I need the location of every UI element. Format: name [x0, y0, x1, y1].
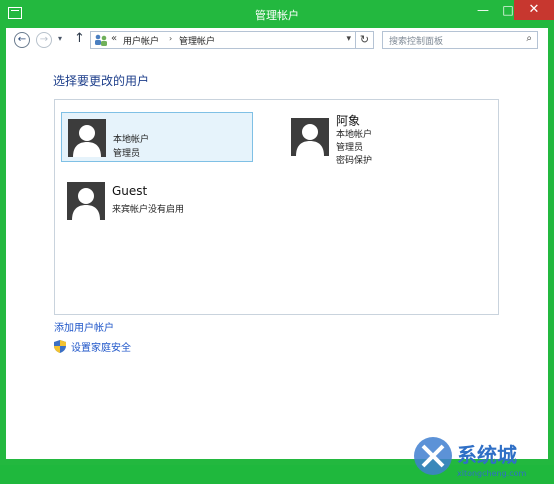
page-title: 选择要更改的用户 [53, 74, 150, 88]
address-overflow-chevron[interactable]: « [111, 33, 117, 44]
minimize-button[interactable]: — [469, 0, 497, 20]
account-type: 本地帐户 [336, 130, 373, 140]
client-area: ← → ▾ ↑ « 用户帐户 › 管理帐户 ▾ ↻ 搜索控制面板 ⌕ 选择要更改… [6, 28, 548, 478]
accounts-panel: 本地帐户 管理员 阿象 本地帐户 管理员 密码保护 Guest 来宾帐户没有启用 [54, 99, 499, 315]
user-avatar-icon [291, 118, 329, 156]
address-bar[interactable]: « 用户帐户 › 管理帐户 ▾ [90, 31, 356, 49]
family-safety-link[interactable]: 设置家庭安全 [71, 339, 131, 354]
watermark-url: xitongcheng.com [457, 469, 527, 478]
window: 管理帐户 — □ ✕ ← → ▾ ↑ « 用户帐户 › 管理帐户 ▾ ↻ 搜索控… [0, 0, 554, 478]
watermark-text: 系统城 [457, 443, 517, 467]
breadcrumb-user-accounts[interactable]: 用户帐户 [123, 34, 159, 47]
navigation-bar: ← → ▾ ↑ « 用户帐户 › 管理帐户 ▾ ↻ 搜索控制面板 ⌕ [6, 28, 548, 54]
breadcrumb-manage-accounts[interactable]: 管理帐户 [179, 34, 215, 47]
back-button[interactable]: ← [14, 32, 30, 48]
search-icon[interactable]: ⌕ [526, 33, 532, 44]
account-tile-axiang[interactable]: 阿象 本地帐户 管理员 密码保护 [285, 112, 477, 166]
account-role: 管理员 [113, 149, 141, 159]
breadcrumb-separator-icon[interactable]: › [169, 34, 172, 43]
address-dropdown-icon[interactable]: ▾ [346, 34, 351, 44]
title-bar[interactable]: 管理帐户 — □ ✕ [0, 0, 554, 28]
refresh-button[interactable]: ↻ [356, 31, 374, 49]
user-avatar-icon [67, 182, 105, 220]
search-placeholder: 搜索控制面板 [389, 37, 444, 47]
watermark-logo: 系统城 xitongcheng.com [411, 432, 551, 480]
search-input[interactable]: 搜索控制面板 ⌕ [382, 31, 538, 49]
user-avatar-icon [68, 119, 106, 157]
uac-shield-icon [54, 338, 66, 357]
close-button[interactable]: ✕ [514, 0, 554, 20]
add-user-account-link[interactable]: 添加用户帐户 [54, 319, 114, 334]
account-password-status: 密码保护 [336, 156, 373, 166]
account-name: Guest [112, 184, 148, 198]
account-tile-guest[interactable]: Guest 来宾帐户没有启用 [61, 176, 253, 226]
account-role: 管理员 [336, 143, 364, 153]
recent-locations-dropdown[interactable]: ▾ [58, 34, 62, 43]
user-accounts-icon [94, 34, 108, 49]
up-button[interactable]: ↑ [74, 31, 85, 46]
account-type: 本地帐户 [113, 135, 150, 145]
account-tile-local-admin[interactable]: 本地帐户 管理员 [61, 112, 253, 162]
account-status: 来宾帐户没有启用 [112, 205, 185, 215]
forward-button[interactable]: → [36, 32, 52, 48]
